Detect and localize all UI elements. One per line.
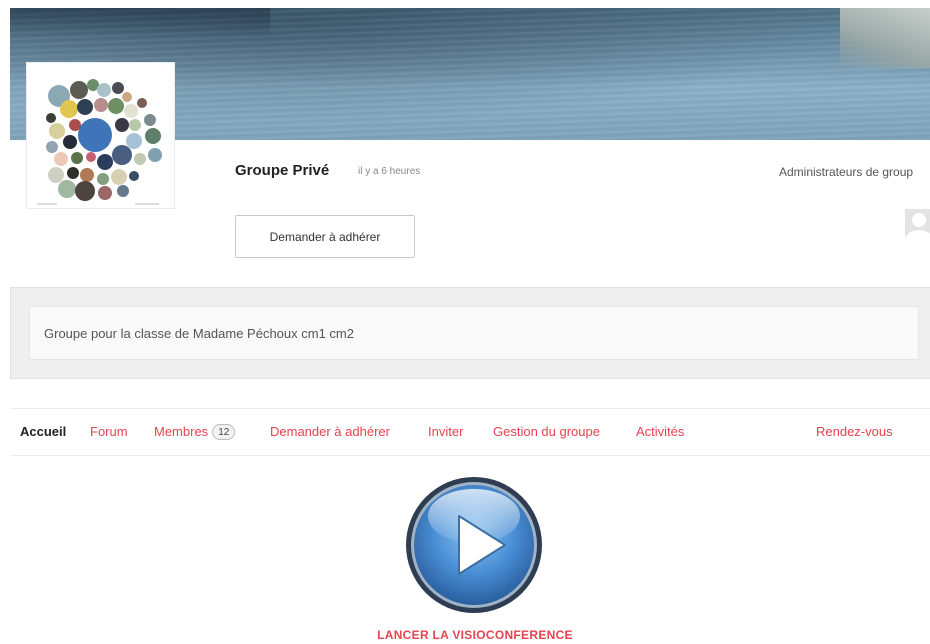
- tab-membres-label: Membres: [154, 424, 209, 439]
- tab-activites[interactable]: Activités: [636, 424, 684, 439]
- group-name: Groupe Privé: [235, 162, 330, 179]
- group-nav-tabs: Accueil Forum Membres 12 Demander à adhér…: [10, 408, 930, 456]
- tab-forum[interactable]: Forum: [90, 424, 128, 439]
- launch-visio-button[interactable]: [405, 476, 543, 614]
- group-last-active: il y a 6 heures: [358, 166, 421, 177]
- default-user-icon: [905, 209, 930, 237]
- play-icon: [406, 477, 542, 613]
- tab-accueil[interactable]: Accueil: [20, 424, 66, 439]
- launch-visio-link[interactable]: LANCER LA VISIOCONFERENCE: [300, 628, 650, 642]
- tab-rendez-vous[interactable]: Rendez-vous: [816, 424, 893, 439]
- group-avatar-circles-icon: [37, 79, 162, 205]
- request-join-button[interactable]: Demander à adhérer: [235, 215, 415, 258]
- cover-riverbank: [840, 8, 930, 68]
- tab-gestion-groupe[interactable]: Gestion du groupe: [493, 424, 600, 439]
- group-avatar[interactable]: [26, 62, 175, 209]
- cover-shadow: [10, 8, 270, 38]
- tab-membres[interactable]: Membres 12: [154, 424, 236, 440]
- members-count-badge: 12: [212, 424, 236, 440]
- group-description-panel: Groupe pour la classe de Madame Péchoux …: [10, 287, 930, 379]
- admin-avatar[interactable]: [905, 209, 930, 237]
- group-description: Groupe pour la classe de Madame Péchoux …: [29, 306, 919, 360]
- group-admins-label: Administrateurs de group: [779, 165, 914, 179]
- tab-inviter[interactable]: Inviter: [428, 424, 463, 439]
- tab-demander-adherer[interactable]: Demander à adhérer: [270, 424, 390, 439]
